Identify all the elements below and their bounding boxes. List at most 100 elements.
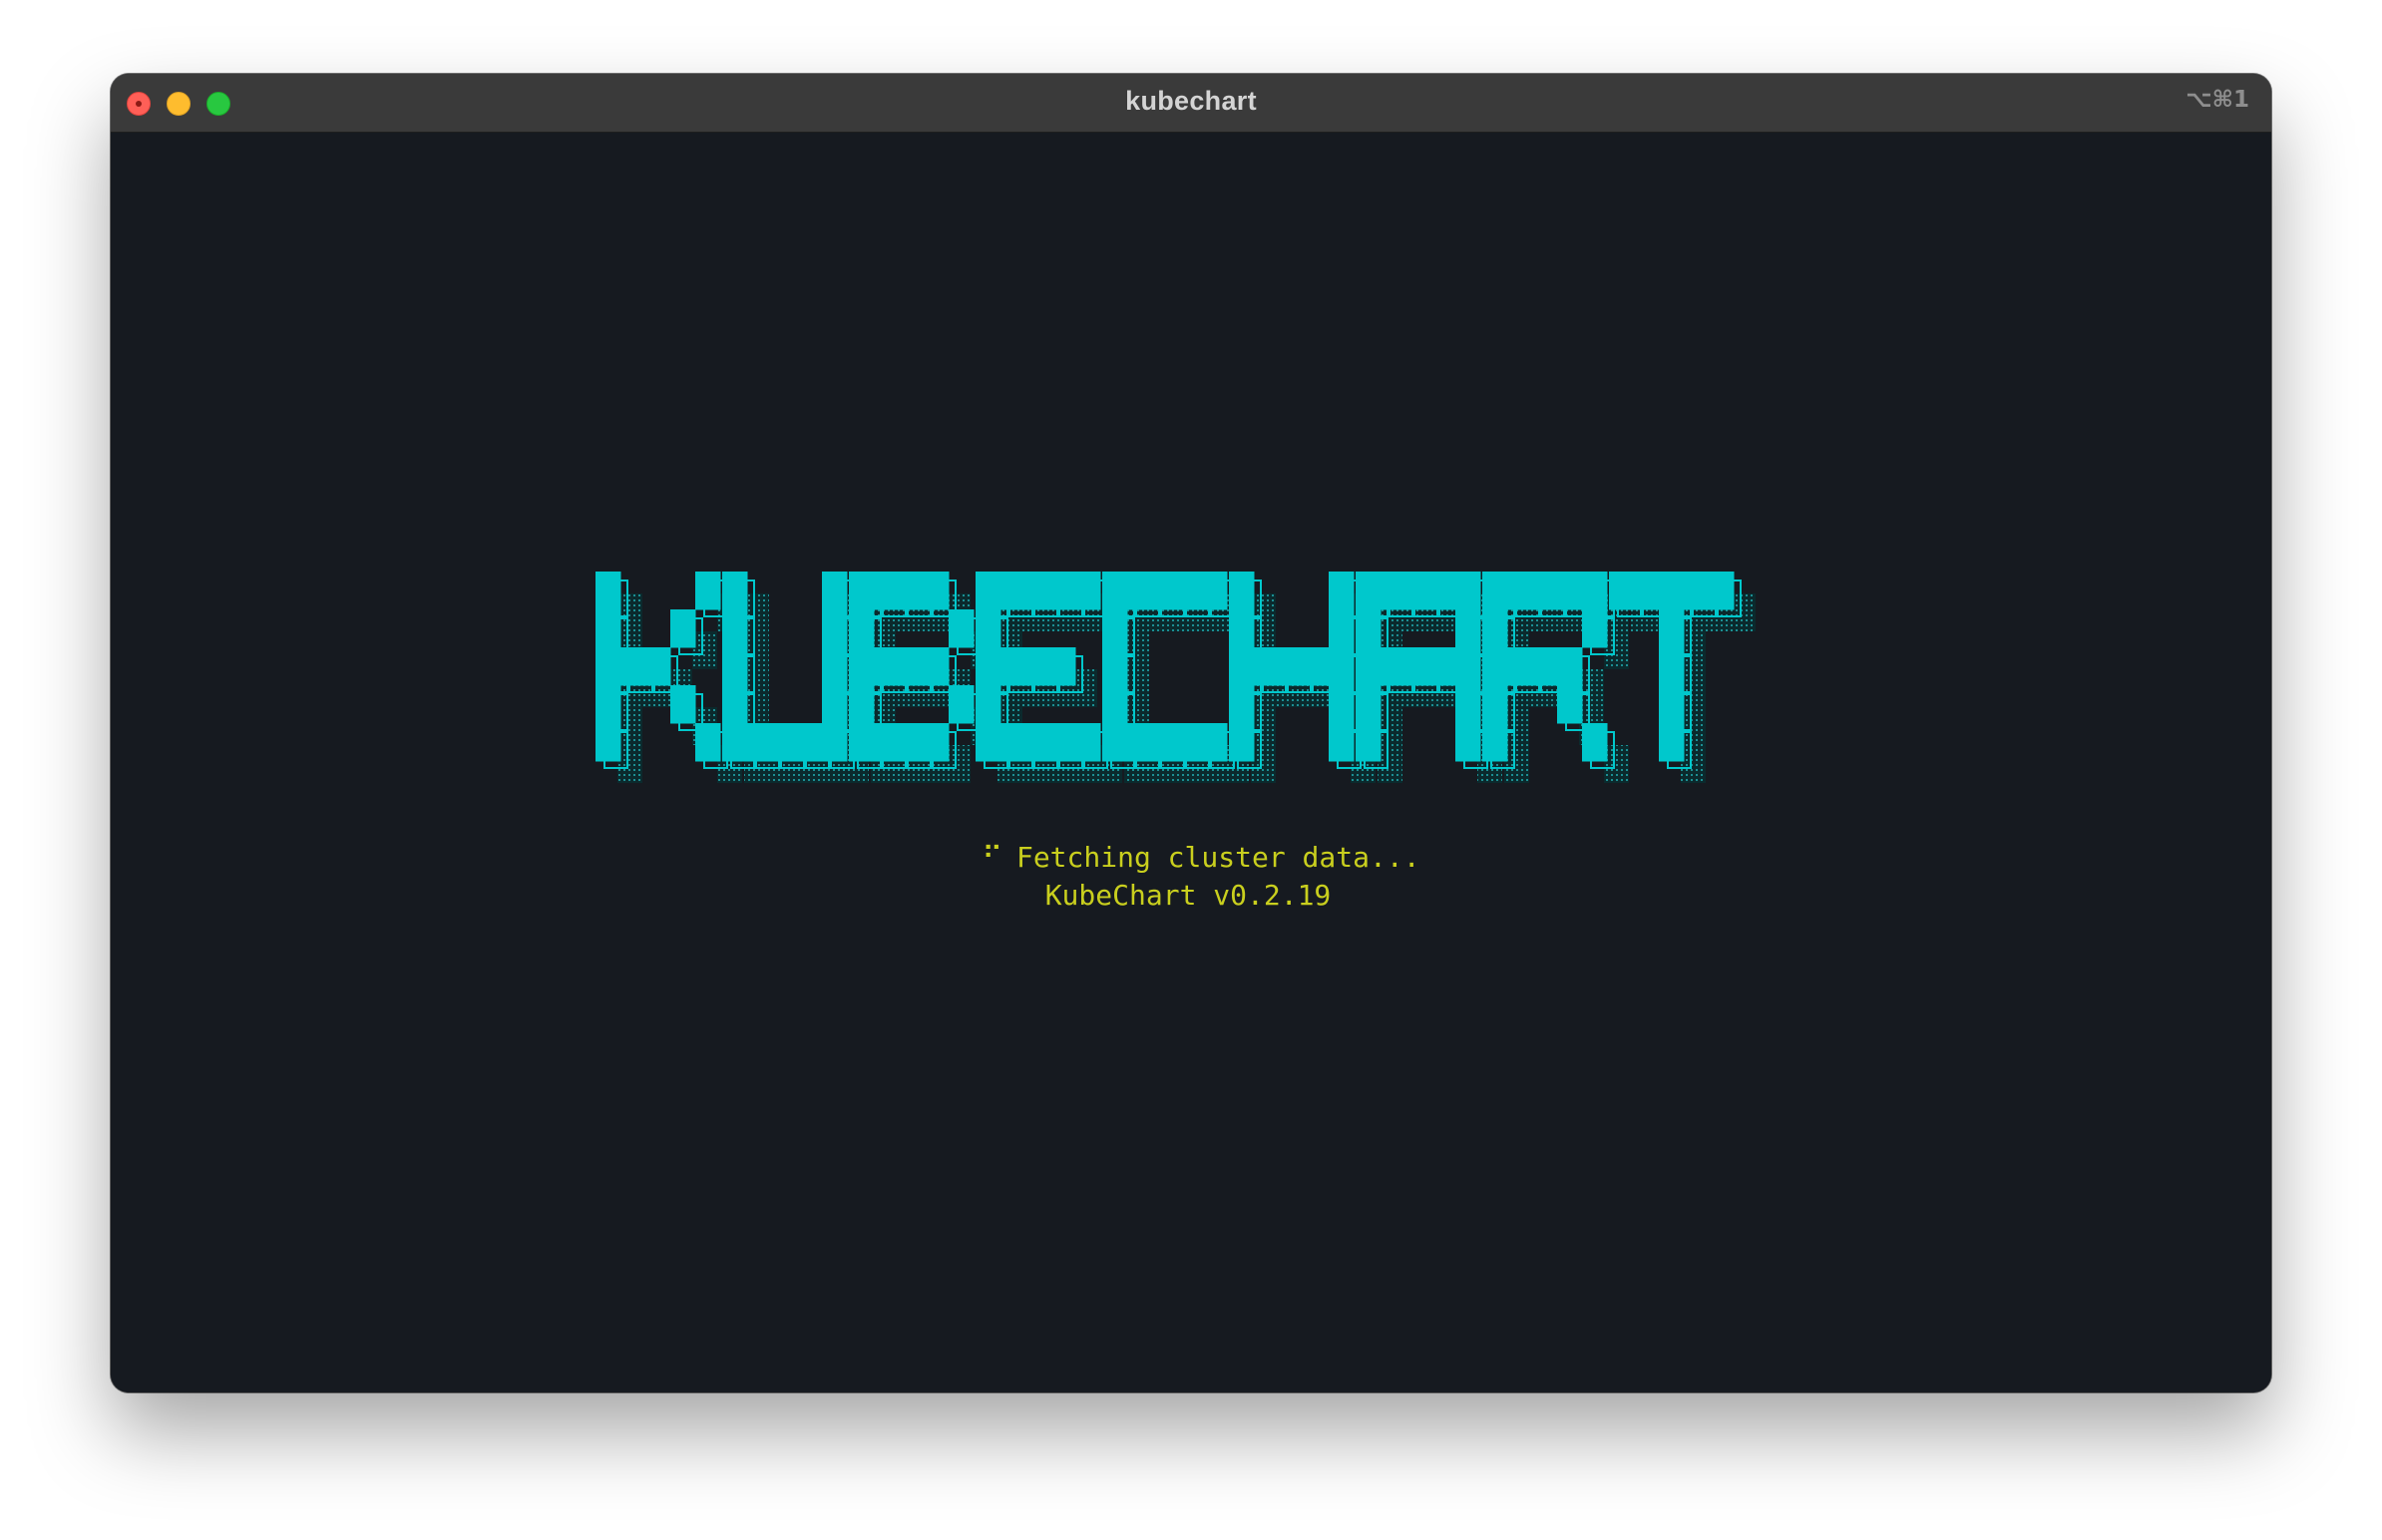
logo-letter-cell — [596, 609, 621, 648]
title-bar[interactable]: kubechart ⌥⌘1 — [111, 74, 2271, 133]
logo-shadow-cell — [946, 745, 971, 783]
window-shortcut: ⌥⌘1 — [2185, 87, 2249, 113]
logo-letter-cell — [899, 647, 925, 686]
logo-shadow-cell — [692, 631, 717, 669]
logo-letter-cell — [924, 647, 950, 686]
logo-letter-cell — [1430, 572, 1456, 610]
logo-letter-cell — [1050, 572, 1076, 610]
logo-letter-cell — [645, 647, 671, 686]
logo-letter-cell — [1356, 685, 1382, 724]
status-text: Fetching cluster data... — [1015, 841, 1420, 874]
logo-letter-cell — [1684, 572, 1710, 610]
logo-letter-cell — [1050, 647, 1076, 686]
logo-letter-cell — [797, 723, 823, 762]
logo-letter-cell — [1102, 647, 1128, 686]
logo-letter-cell — [1229, 647, 1255, 686]
logo-letter-cell — [1202, 572, 1228, 610]
status-line: ⠋ Fetching cluster data... — [131, 841, 2271, 874]
logo-letter-cell — [1000, 647, 1026, 686]
logo-letter-cell — [822, 572, 848, 610]
logo-letter-cell — [949, 685, 975, 724]
logo-shadow-cell — [744, 669, 769, 707]
logo-letter-cell — [1356, 572, 1382, 610]
spinner-icon: ⠋ — [982, 841, 1002, 874]
logo-letter-cell — [1102, 609, 1128, 648]
logo-letter-cell — [924, 572, 950, 610]
logo-letter-cell — [1482, 572, 1508, 610]
logo-letter-cell — [722, 609, 748, 648]
logo-letter-cell — [1455, 572, 1481, 610]
logo-letter-cell — [976, 572, 1001, 610]
logo-letter-cell — [1455, 723, 1481, 762]
logo-letter-cell — [849, 647, 875, 686]
logo-letter-cell — [1127, 723, 1153, 762]
logo-shadow-cell — [1072, 669, 1097, 707]
logo-letter-cell — [1202, 723, 1228, 762]
logo-shadow-cell — [1251, 707, 1276, 745]
logo-shadow-cell — [617, 707, 642, 745]
logo-letter-cell — [1609, 572, 1635, 610]
logo-letter-cell — [1557, 647, 1583, 686]
logo-letter-cell — [1000, 723, 1026, 762]
logo-letter-cell — [1075, 572, 1101, 610]
logo-letter-cell — [596, 723, 621, 762]
logo-letter-cell — [1229, 685, 1255, 724]
logo-letter-cell — [1279, 647, 1305, 686]
logo-letter-cell — [1532, 572, 1558, 610]
logo-letter-cell — [1430, 647, 1456, 686]
logo-letter-cell — [1000, 572, 1026, 610]
logo-letter-cell — [1152, 572, 1178, 610]
logo-letter-cell — [1025, 647, 1051, 686]
logo-letter-cell — [722, 572, 748, 610]
logo-letter-cell — [1356, 723, 1382, 762]
terminal-content[interactable]: ⠋ Fetching cluster data... KubeChart v0.2… — [111, 133, 2271, 1392]
logo-letter-cell — [1177, 723, 1203, 762]
logo-letter-cell — [1709, 572, 1735, 610]
logo-letter-cell — [1482, 609, 1508, 648]
logo-shadow-cell — [1504, 745, 1529, 783]
logo-letter-cell — [899, 723, 925, 762]
logo-letter-cell — [874, 572, 900, 610]
window-title: kubechart — [1125, 86, 1257, 116]
logo-letter-cell — [1381, 572, 1406, 610]
logo-letter-cell — [849, 685, 875, 724]
logo-shadow-cell — [1251, 593, 1276, 631]
logo-letter-cell — [1455, 647, 1481, 686]
logo-letter-cell — [1127, 572, 1153, 610]
logo-letter-cell — [1152, 723, 1178, 762]
logo-shadow-cell — [1504, 707, 1529, 745]
logo-letter-cell — [1329, 572, 1355, 610]
logo-letter-cell — [772, 723, 798, 762]
logo-letter-cell — [1229, 723, 1255, 762]
logo-letter-cell — [1455, 609, 1481, 648]
kubechart-logo — [596, 572, 1756, 783]
logo-letter-cell — [1075, 723, 1101, 762]
logo-letter-cell — [1659, 572, 1685, 610]
logo-letter-cell — [1102, 685, 1128, 724]
logo-letter-cell — [1329, 609, 1355, 648]
logo-letter-cell — [1582, 572, 1608, 610]
logo-letter-cell — [949, 609, 975, 648]
logo-letter-cell — [1329, 723, 1355, 762]
logo-letter-cell — [1482, 685, 1508, 724]
logo-letter-cell — [976, 647, 1001, 686]
logo-shadow-cell — [1251, 745, 1276, 783]
logo-letter-cell — [976, 609, 1001, 648]
logo-letter-cell — [1582, 723, 1608, 762]
logo-letter-cell — [849, 609, 875, 648]
logo-letter-cell — [1557, 685, 1583, 724]
logo-letter-cell — [924, 723, 950, 762]
logo-letter-cell — [1254, 647, 1280, 686]
logo-letter-cell — [695, 723, 721, 762]
logo-letter-cell — [596, 572, 621, 610]
logo-letter-cell — [1025, 572, 1051, 610]
terminal-window: kubechart ⌥⌘1 ⠋ Fetching cluster data... … — [111, 74, 2271, 1392]
logo-shadow-cell — [744, 593, 769, 631]
logo-letter-cell — [670, 685, 696, 724]
logo-letter-cell — [1381, 647, 1406, 686]
logo-letter-cell — [670, 609, 696, 648]
logo-letter-cell — [1177, 572, 1203, 610]
logo-shadow-cell — [1604, 745, 1629, 783]
logo-letter-cell — [722, 685, 748, 724]
logo-shadow-cell — [1378, 745, 1402, 783]
